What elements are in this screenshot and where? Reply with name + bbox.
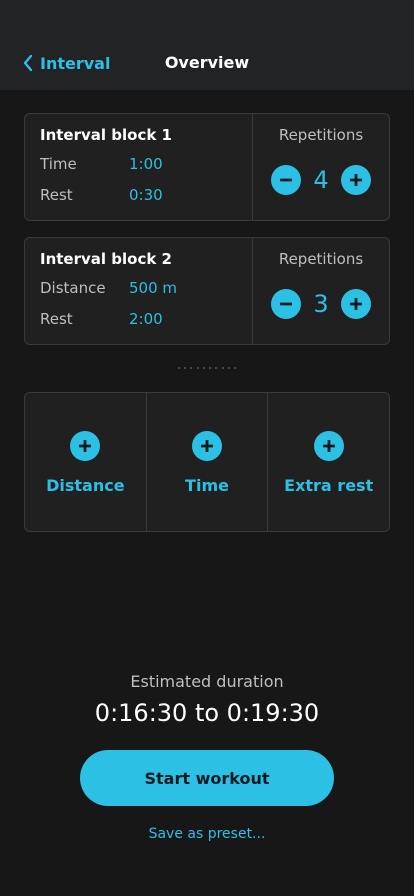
block-title: Interval block 2 — [40, 250, 172, 268]
plus-circle-icon — [70, 431, 101, 461]
minus-icon — [280, 178, 292, 182]
drag-handle[interactable] — [178, 367, 236, 370]
start-workout-button[interactable]: Start workout — [80, 750, 334, 806]
block-details: Interval block 1 Time 1:00 Rest 0:30 — [25, 114, 253, 220]
add-option-label: Distance — [46, 476, 125, 495]
add-extra-rest-button[interactable]: Extra rest — [267, 393, 389, 531]
increment-button[interactable] — [341, 289, 371, 319]
plus-icon — [350, 174, 362, 186]
block-row-distance: Distance 500 m — [40, 276, 252, 300]
row-key: Rest — [40, 186, 73, 204]
page-title: Overview — [164, 53, 250, 72]
add-distance-button[interactable]: Distance — [25, 393, 146, 531]
repetitions-count: 4 — [313, 166, 329, 194]
plus-icon — [322, 440, 335, 452]
repetitions-label: Repetitions — [278, 126, 364, 144]
repetitions-panel: Repetitions 3 — [253, 238, 389, 344]
plus-circle-icon — [192, 431, 222, 461]
estimated-duration-label: Estimated duration — [130, 672, 284, 691]
plus-icon — [201, 440, 213, 452]
repetitions-label: Repetitions — [278, 250, 364, 268]
interval-block-2[interactable]: Interval block 2 Distance 500 m Rest 2:0… — [24, 237, 390, 345]
row-key: Rest — [40, 310, 73, 328]
repetitions-stepper: 3 — [271, 289, 371, 319]
minus-icon — [280, 302, 292, 306]
add-option-label: Time — [185, 476, 229, 495]
row-key: Distance — [40, 279, 106, 297]
add-block-options: Distance Time Extra rest — [24, 392, 390, 532]
add-option-label: Extra rest — [284, 476, 374, 495]
decrement-button[interactable] — [271, 289, 301, 319]
repetitions-count: 3 — [313, 290, 329, 318]
block-row-rest: Rest 2:00 — [40, 307, 252, 331]
plus-circle-icon — [313, 431, 344, 461]
decrement-button[interactable] — [271, 165, 301, 195]
plus-icon — [79, 440, 92, 452]
block-title: Interval block 1 — [40, 126, 172, 144]
overview-screen: Interval Overview Interval block 1 Time … — [0, 0, 414, 896]
row-value[interactable]: 1:00 — [129, 152, 163, 176]
row-value[interactable]: 0:30 — [129, 183, 163, 207]
row-key: Time — [40, 155, 77, 173]
block-row-time: Time 1:00 — [40, 152, 252, 176]
row-value[interactable]: 500 m — [129, 276, 177, 300]
save-preset-link[interactable]: Save as preset... — [0, 824, 414, 844]
block-row-rest: Rest 0:30 — [40, 183, 252, 207]
row-value[interactable]: 2:00 — [129, 307, 163, 331]
estimated-duration-value: 0:16:30 to 0:19:30 — [94, 699, 320, 727]
block-details: Interval block 2 Distance 500 m Rest 2:0… — [25, 238, 253, 344]
add-time-button[interactable]: Time — [145, 393, 268, 531]
top-bar: Interval Overview — [0, 0, 414, 90]
repetitions-panel: Repetitions 4 — [253, 114, 389, 220]
repetitions-stepper: 4 — [271, 165, 371, 195]
increment-button[interactable] — [341, 165, 371, 195]
plus-icon — [350, 298, 362, 310]
interval-block-1[interactable]: Interval block 1 Time 1:00 Rest 0:30 Rep… — [24, 113, 390, 221]
